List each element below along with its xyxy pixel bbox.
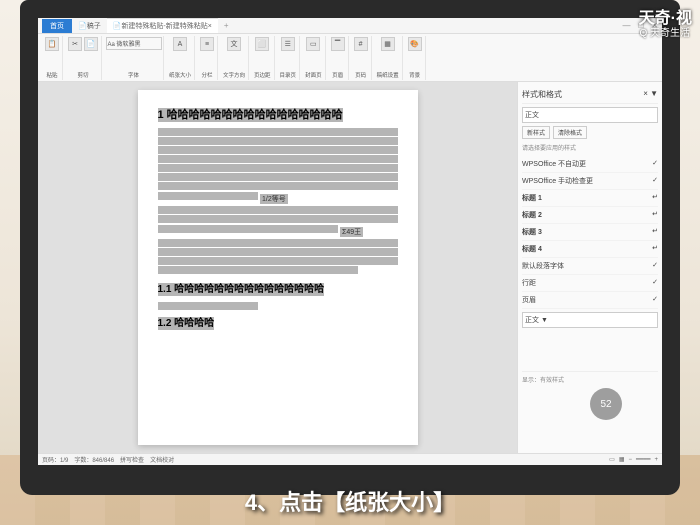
ribbon-clipboard[interactable]: ✂📄剪切 [65, 36, 102, 80]
ribbon-header[interactable]: ▔页眉 [328, 36, 349, 80]
zoom-in-icon[interactable]: + [654, 457, 658, 463]
ribbon-columns[interactable]: ≡分栏 [197, 36, 218, 80]
page: 1 哈哈哈哈哈哈哈哈哈哈哈哈哈哈哈哈 1/2等号 Σ49王 1.1 哈哈哈哈哈哈… [138, 90, 418, 445]
show-filter[interactable]: 显示：有效样式 [522, 371, 658, 384]
ribbon-paste[interactable]: 📋粘贴 [42, 36, 63, 80]
add-tab[interactable]: + [218, 21, 235, 30]
style-item[interactable]: 标题 4↵ [522, 241, 658, 258]
style-item[interactable]: 页眉✓ [522, 292, 658, 309]
page-indicator[interactable]: 页码：1/9 [42, 455, 68, 464]
style-item[interactable]: WPSOffice 不自动更✓ [522, 156, 658, 173]
equation-fragment: 1/2等号 [260, 194, 288, 204]
watermark-brand: Q 天奇生活 [639, 24, 690, 39]
min-icon[interactable]: — [622, 21, 630, 30]
progress-badge: 52 [590, 388, 622, 420]
style-item[interactable]: WPSOffice 手动检查更✓ [522, 173, 658, 190]
titlebar: 首页 📄 稿子 📄 新建特殊粘贴-新建特殊粘贴 × + — □ ✕ [38, 18, 662, 34]
heading-1: 1 哈哈哈哈哈哈哈哈哈哈哈哈哈哈哈哈 [158, 108, 398, 122]
word-count[interactable]: 字数：846/846 [74, 455, 114, 464]
ribbon-toc[interactable]: ☰目录页 [277, 36, 301, 80]
style-item[interactable]: 标题 3↵ [522, 224, 658, 241]
heading-1-1: 1.1 哈哈哈哈哈哈哈哈哈哈哈哈哈哈哈 [158, 283, 398, 296]
subtitle-caption: 4、点击【纸张大小】 [0, 485, 700, 517]
ribbon-bg[interactable]: 🎨背景 [405, 36, 426, 80]
ribbon-manuscript[interactable]: ▦稿纸设置 [374, 36, 403, 80]
section-label: 请选择要应用的样式 [522, 143, 658, 152]
ribbon-pagenum[interactable]: #页码 [351, 36, 372, 80]
panel-title: 样式和格式 [522, 89, 562, 100]
view-icon[interactable]: ▦ [619, 456, 625, 463]
equation-fragment: Σ49王 [340, 227, 363, 237]
text-block [158, 128, 398, 136]
doc-proof[interactable]: 文档校对 [150, 455, 174, 464]
ribbon: 📋粘贴 ✂📄剪切 Aa 微软雅黑字体 A纸张大小 ≡分栏 文文字方向 ⬜页边距 … [38, 34, 662, 82]
ribbon-font[interactable]: Aa 微软雅黑字体 [104, 36, 164, 80]
ribbon-direction[interactable]: 文文字方向 [220, 36, 249, 80]
doc-tab-1[interactable]: 📄 稿子 [72, 19, 107, 33]
spellcheck[interactable]: 拼写检查 [120, 455, 144, 464]
ribbon-size[interactable]: A纸张大小 [166, 36, 195, 80]
style-item[interactable]: 标题 2↵ [522, 207, 658, 224]
style-item[interactable]: 标题 1↵ [522, 190, 658, 207]
style-select[interactable]: 正文 ▼ [522, 312, 658, 328]
statusbar: 页码：1/9 字数：846/846 拼写检查 文档校对 ▭ ▦ − ━━━━ + [38, 453, 662, 465]
start-tab[interactable]: 首页 [42, 19, 72, 33]
ribbon-cover[interactable]: ▭封面页 [302, 36, 326, 80]
style-item[interactable]: 行距✓ [522, 275, 658, 292]
document-area[interactable]: 1 哈哈哈哈哈哈哈哈哈哈哈哈哈哈哈哈 1/2等号 Σ49王 1.1 哈哈哈哈哈哈… [38, 82, 517, 453]
style-item[interactable]: 默认段落字体✓ [522, 258, 658, 275]
view-icon[interactable]: ▭ [609, 456, 615, 463]
ribbon-margin[interactable]: ⬜页边距 [251, 36, 275, 80]
panel-close-icon[interactable]: × ▼ [643, 89, 658, 100]
new-style-button[interactable]: 新样式 [522, 126, 550, 139]
clear-format-button[interactable]: 清除格式 [553, 126, 587, 139]
heading-1-2: 1.2 哈哈哈哈 [158, 317, 398, 330]
current-style[interactable]: 正文 [522, 107, 658, 123]
zoom-out-icon[interactable]: − [629, 457, 633, 463]
styles-panel: 样式和格式 × ▼ 正文 新样式 清除格式 请选择要应用的样式 WPSOffice… [517, 82, 662, 453]
doc-tab-2[interactable]: 📄 新建特殊粘贴-新建特殊粘贴 × [107, 18, 218, 33]
